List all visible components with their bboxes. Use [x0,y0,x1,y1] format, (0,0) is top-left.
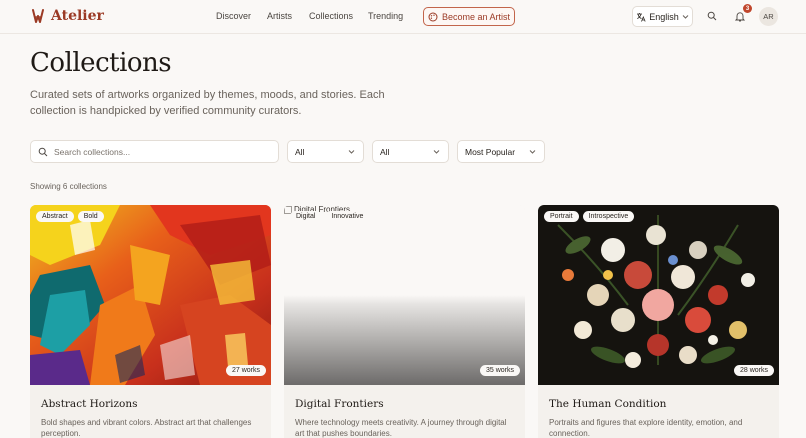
collection-title[interactable]: The Human Condition [549,398,666,410]
collection-card[interactable]: Portrait Introspective 28 works The Huma… [538,205,779,438]
collection-image [30,205,271,385]
page-title: Collections [30,48,172,78]
filter-select-2[interactable]: All [372,140,449,163]
collection-tags: Abstract Bold [36,211,104,222]
notification-count-badge: 3 [743,4,752,13]
works-count-badge: 35 works [479,365,520,376]
filter-select-2-value: All [380,146,390,157]
collection-tags: Portrait Introspective [544,211,635,222]
nav-trending[interactable]: Trending [368,11,403,21]
chevron-down-icon [433,150,440,154]
collection-description: Where technology meets creativity. A jou… [295,418,507,438]
collection-tag[interactable]: Abstract [36,211,74,222]
collection-tag[interactable]: Introspective [582,211,635,222]
brand-logo-icon [32,9,44,23]
collection-description: Bold shapes and vibrant colors. Abstract… [41,418,252,438]
bell-icon [735,11,745,21]
works-count-badge: 27 works [225,365,266,376]
page-description: Curated sets of artworks organized by th… [30,89,385,117]
collection-tag[interactable]: Innovative [325,211,370,222]
collection-card[interactable]: Abstract Bold 27 works Abstract Horizons… [30,205,271,438]
user-avatar[interactable]: AR [759,7,778,26]
search-input[interactable] [54,146,264,157]
translate-icon [637,12,646,22]
brand-logo[interactable]: Atelier [31,8,104,24]
filter-select-1-value: All [295,146,305,157]
language-select[interactable]: English [632,6,693,27]
sort-select[interactable]: Most Popular [457,140,545,163]
language-label: English [649,11,679,22]
collection-description: Portraits and figures that explore ident… [549,418,743,438]
header-search-button[interactable] [705,9,719,23]
collection-image [284,205,525,385]
nav-artists[interactable]: Artists [267,11,292,21]
works-count-badge: 28 works [733,365,774,376]
nav-collections[interactable]: Collections [309,11,353,21]
collection-tag[interactable]: Digital [290,211,322,222]
chevron-down-icon [529,150,536,154]
collections-search[interactable] [30,140,279,163]
collection-card[interactable]: Digital Frontiers Digital Innovative 35 … [284,205,525,438]
chevron-down-icon [682,15,689,19]
sort-select-value: Most Popular [465,146,516,157]
filter-select-1[interactable]: All [287,140,364,163]
become-artist-button[interactable]: Become an Artist [423,7,515,26]
collection-tag[interactable]: Portrait [544,211,579,222]
become-artist-label: Become an Artist [441,11,511,22]
chevron-down-icon [348,150,355,154]
collection-title[interactable]: Digital Frontiers [295,398,384,410]
collection-tags: Digital Innovative [290,211,370,222]
results-count: Showing 6 collections [30,182,107,191]
palette-icon [428,12,438,21]
collection-title[interactable]: Abstract Horizons [41,398,138,410]
collection-image [538,205,779,385]
collection-tag[interactable]: Bold [77,211,104,222]
top-header: Atelier Discover Artists Collections Tre… [0,0,806,34]
nav-discover[interactable]: Discover [216,11,251,21]
search-icon [38,147,48,156]
search-icon [707,11,717,21]
brand-name: Atelier [51,8,104,24]
